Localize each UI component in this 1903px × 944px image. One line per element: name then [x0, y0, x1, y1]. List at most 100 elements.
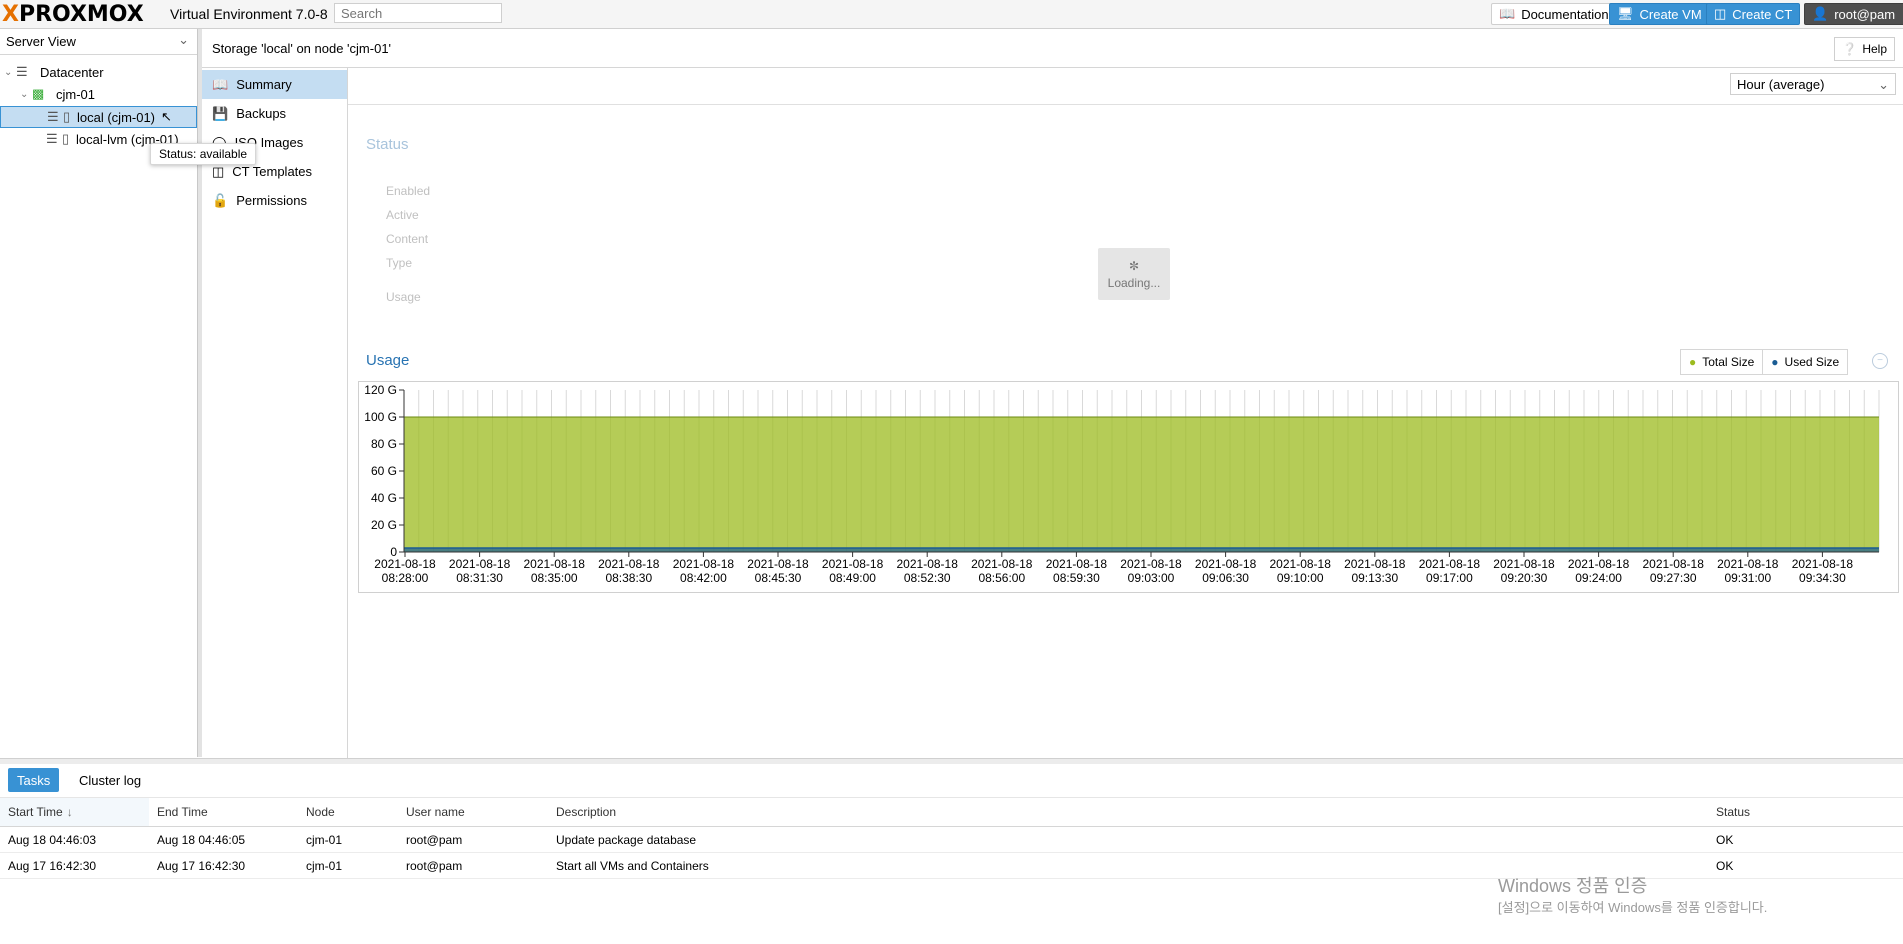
nav-item-label: Backups — [236, 106, 287, 121]
node-online-icon: ▩ — [32, 86, 45, 101]
nav-item-summary[interactable]: 📖 Summary — [202, 70, 347, 99]
column-header-user-name[interactable]: User name — [398, 798, 548, 826]
legend-item-total-size[interactable]: ● Total Size — [1680, 349, 1764, 375]
search-input[interactable] — [334, 3, 502, 23]
usage-title: Usage — [366, 352, 410, 369]
x-tick-label-time: 09:24:00 — [1575, 571, 1622, 585]
usage-chart: 120 G 100 G 80 G 60 G 40 G 20 G 0 2021-08-18 08:… — [358, 381, 1899, 593]
tab-cluster-log[interactable]: Cluster log — [70, 768, 150, 792]
cell-node: cjm-01 — [306, 858, 343, 873]
x-tick-label-date: 2021-08-18 — [1195, 557, 1257, 571]
proxmox-logo[interactable]: X PROXMOX — [2, 1, 144, 27]
task-grid-header: Start Time ↓ End Time Node User name Des… — [0, 797, 1903, 827]
view-selector-value: Server View — [6, 34, 76, 49]
chevron-down-icon: ⌄ — [178, 32, 189, 47]
y-tick-label: 100 G — [364, 410, 397, 424]
nav-item-backups[interactable]: 💾 Backups — [202, 99, 347, 128]
x-tick-label-time: 09:03:00 — [1128, 571, 1175, 585]
reset-zoom-icon[interactable]: − — [1872, 353, 1888, 369]
x-tick-label-time: 08:45:30 — [755, 571, 802, 585]
page-title: Storage 'local' on node 'cjm-01' — [212, 41, 392, 56]
legend-label: Total Size — [1702, 355, 1755, 369]
column-header-end-time[interactable]: End Time — [149, 798, 298, 826]
timeframe-select[interactable]: Hour (average) ⌄ — [1730, 73, 1896, 95]
column-header-start-time[interactable]: Start Time ↓ — [0, 798, 149, 826]
book-icon: 📖 — [212, 76, 229, 92]
status-title: Status — [366, 136, 409, 153]
y-tick-label: 80 G — [371, 437, 397, 451]
x-tick-label-time: 09:17:00 — [1426, 571, 1473, 585]
legend-dot-icon: ● — [1771, 355, 1779, 369]
storage-status-icon: ▯ — [62, 131, 70, 146]
status-field-usage: Usage — [386, 290, 421, 304]
chart-legend: ● Total Size ● Used Size — [1680, 349, 1849, 375]
status-field-type: Type — [386, 256, 413, 270]
cell-user-name: root@pam — [406, 832, 463, 847]
cell-node: cjm-01 — [306, 832, 343, 847]
cell-start-time: Aug 18 04:46:03 — [8, 832, 97, 847]
tree-item-node[interactable]: ⌄ ▩ cjm-01 — [0, 83, 197, 105]
x-tick-label-time: 09:10:00 — [1277, 571, 1324, 585]
cell-end-time: Aug 17 16:42:30 — [157, 858, 246, 873]
x-tick-label-date: 2021-08-18 — [1419, 557, 1481, 571]
x-tick-label-time: 09:13:30 — [1351, 571, 1398, 585]
collapse-icon: ⌄ — [20, 88, 29, 100]
storage-icon: ☰ — [47, 109, 59, 124]
y-tick-label: 120 G — [364, 383, 397, 397]
version-label: Virtual Environment 7.0-8 — [170, 6, 328, 22]
logo-text: PROXMOX — [18, 1, 144, 27]
tree-item-label: Datacenter — [40, 64, 104, 80]
x-tick-label-date: 2021-08-18 — [1120, 557, 1182, 571]
help-button[interactable]: ❔ Help — [1834, 37, 1895, 61]
column-header-node[interactable]: Node — [298, 798, 398, 826]
x-tick-label-date: 2021-08-18 — [1717, 557, 1779, 571]
x-tick-label-date: 2021-08-18 — [449, 557, 511, 571]
tree-item-label: cjm-01 — [56, 86, 96, 102]
cell-end-time: Aug 18 04:46:05 — [157, 832, 246, 847]
cell-start-time: Aug 17 16:42:30 — [8, 858, 97, 873]
cell-status: OK — [1716, 832, 1734, 847]
x-tick-label-date: 2021-08-18 — [822, 557, 884, 571]
x-tick-label-date: 2021-08-18 — [747, 557, 809, 571]
datacenter-icon: ☰ — [16, 64, 28, 79]
legend-item-used-size[interactable]: ● Used Size — [1763, 349, 1849, 375]
nav-item-label: CT Templates — [232, 164, 313, 179]
x-tick-label-date: 2021-08-18 — [1568, 557, 1630, 571]
tab-tasks[interactable]: Tasks — [8, 768, 60, 792]
create-vm-label: Create VM — [1639, 6, 1702, 22]
tree-item-datacenter[interactable]: ⌄ ☰ Datacenter — [0, 61, 197, 83]
loading-label: Loading... — [1107, 275, 1161, 290]
x-tick-label-time: 09:06:30 — [1202, 571, 1249, 585]
nav-item-permissions[interactable]: 🔓 Permissions — [202, 186, 347, 215]
x-tick-label-time: 08:38:30 — [605, 571, 652, 585]
user-menu-button[interactable]: 👤 root@pam ⌄ — [1804, 3, 1903, 25]
x-tick-label-date: 2021-08-18 — [1643, 557, 1705, 571]
create-vm-button[interactable]: 🖥 Create VM — [1609, 3, 1710, 25]
x-tick-label-date: 2021-08-18 — [598, 557, 660, 571]
y-tick-label: 40 G — [371, 491, 397, 505]
documentation-label: Documentation — [1521, 6, 1609, 22]
resource-tree-panel: Server View ⌄ ⌄ ☰ Datacenter ⌄ ▩ cjm-01 … — [0, 29, 198, 757]
x-tick-label-time: 08:42:00 — [680, 571, 727, 585]
question-icon: ❔ — [1842, 42, 1858, 56]
task-grid: Start Time ↓ End Time Node User name Des… — [0, 797, 1903, 879]
tree-item-storage-local[interactable]: ☰ ▯ local (cjm-01) ↖ — [0, 106, 197, 128]
column-header-description[interactable]: Description — [548, 798, 1708, 826]
column-label: Start Time — [8, 805, 63, 819]
chevron-down-icon: ⌄ — [1878, 77, 1889, 92]
create-ct-label: Create CT — [1732, 6, 1793, 22]
storage-nav-menu: 📖 Summary 💾 Backups ◯ ISO Images ◫ CT Te… — [202, 68, 348, 758]
column-header-status[interactable]: Status — [1708, 798, 1903, 826]
create-ct-button[interactable]: ◫ Create CT — [1706, 3, 1801, 25]
book-icon: 📖 — [1499, 6, 1516, 21]
status-tooltip: Status: available — [150, 143, 257, 165]
status-field-content: Content — [386, 232, 429, 246]
table-row[interactable]: Aug 18 04:46:03 Aug 18 04:46:05 cjm-01 r… — [0, 827, 1903, 853]
status-field-active: Active — [386, 208, 419, 222]
x-tick-label-date: 2021-08-18 — [1046, 557, 1108, 571]
documentation-button[interactable]: 📖 Documentation — [1491, 3, 1617, 25]
view-selector[interactable]: Server View ⌄ — [0, 29, 197, 55]
status-field-enabled: Enabled — [386, 184, 431, 198]
unlock-icon: 🔓 — [212, 192, 229, 208]
x-tick-label-date: 2021-08-18 — [673, 557, 735, 571]
